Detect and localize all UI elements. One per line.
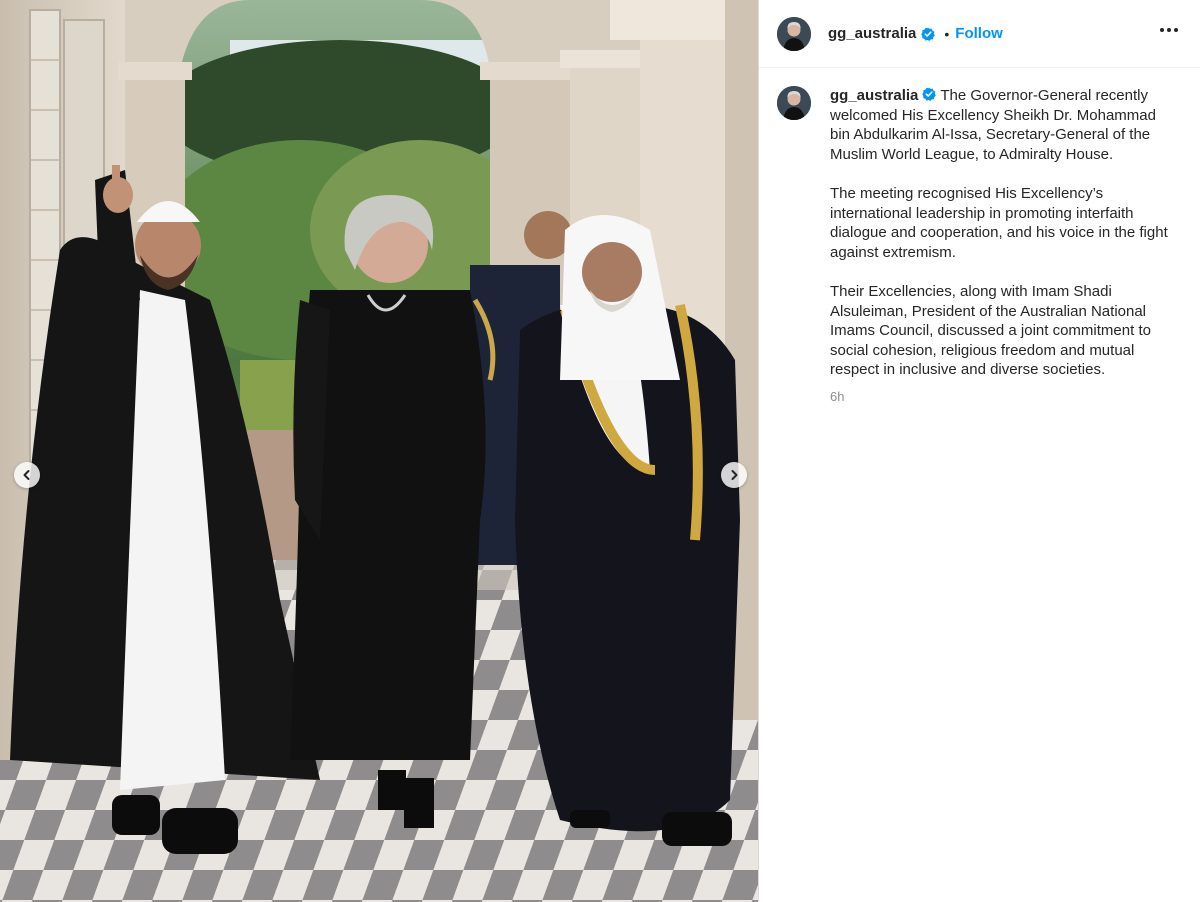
post-timestamp[interactable]: 6h [830,387,1170,407]
verified-badge-icon [922,87,937,101]
post-header: gg_australia • Follow [759,0,1200,68]
caption-paragraph-2: The meeting recognised His Excellency’s … [830,184,1168,261]
caption: gg_australia The Governor-General recent… [759,68,1200,407]
caption-paragraph-3: Their Excellencies, along with Imam Shad… [830,282,1151,379]
caption-paragraph-1: gg_australia The Governor-General recent… [830,86,1170,164]
follow-button[interactable]: Follow [955,25,1003,42]
verified-badge-icon [921,27,936,41]
chevron-right-icon [731,470,738,480]
separator-dot: • [944,25,950,42]
chevron-left-icon [23,470,30,480]
more-options-icon[interactable] [1160,24,1178,36]
post-sidebar: gg_australia • Follow gg_australia The G… [758,0,1200,902]
profile-photo [777,86,811,120]
caption-avatar[interactable] [777,86,811,120]
photo-four-people-walking-colonnade [0,0,758,902]
post-image[interactable] [0,0,758,902]
avatar[interactable] [777,16,811,51]
caption-text: gg_australia The Governor-General recent… [830,86,1170,407]
username-link[interactable]: gg_australia [828,25,916,42]
caption-username-link[interactable]: gg_australia [830,87,918,104]
previous-image-button[interactable] [14,462,40,488]
next-image-button[interactable] [721,462,747,488]
profile-photo [777,16,811,51]
instagram-post: gg_australia • Follow gg_australia The G… [0,0,1200,902]
